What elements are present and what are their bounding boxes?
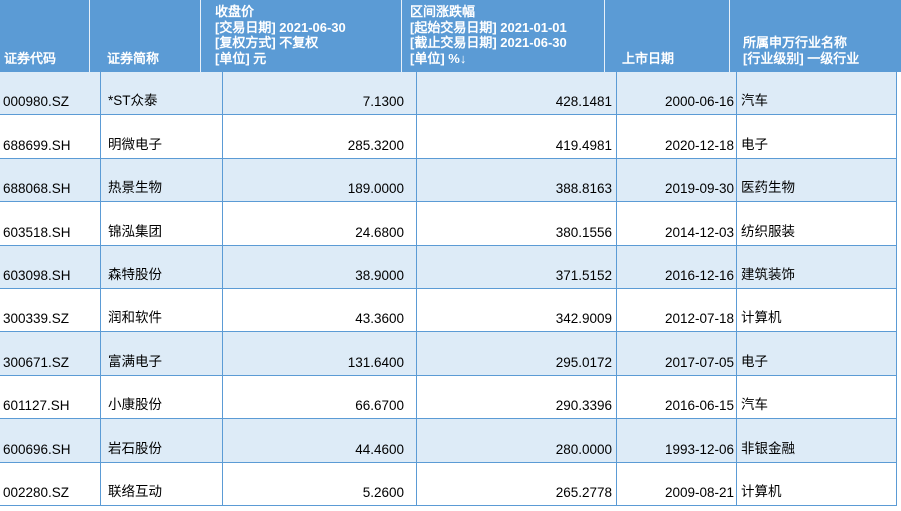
cell-security-name[interactable]: 锦泓集团 [101,202,223,245]
cell-sw-industry[interactable]: 纺织服装 [737,202,897,245]
cell-security-code[interactable]: 600696.SH [0,419,101,462]
header-line: 上市日期 [622,50,675,66]
cell-interval-change[interactable]: 290.3396 [417,375,617,419]
cell-sw-industry[interactable]: 计算机 [737,288,897,332]
cell-security-name[interactable]: 富满电子 [101,332,223,375]
table-header-row: 证券代码 证券简称 收盘价 [交易日期] 2021-06-30 [复权方式] 不… [0,0,901,72]
header-line: [起始交易日期] 2021-01-01 [410,19,567,35]
header-line: 收盘价 [215,4,255,19]
cell-interval-change[interactable]: 265.2778 [417,462,617,505]
table-row: 601127.SH 小康股份 66.6700 290.3396 2016-06-… [0,375,897,420]
table-row: 000980.SZ *ST众泰 7.1300 428.1481 2000-06-… [0,72,897,116]
cell-close-price[interactable]: 43.3600 [223,288,417,332]
cell-listing-date[interactable]: 1993-12-06 [617,419,737,462]
table-row: 603098.SH 森特股份 38.9000 371.5152 2016-12-… [0,245,897,289]
table-row: 300671.SZ 富满电子 131.6400 295.0172 2017-07… [0,332,897,376]
header-line: 区间涨跌幅 [410,4,476,19]
cell-security-code[interactable]: 601127.SH [0,375,101,419]
cell-security-code[interactable]: 688699.SH [0,115,101,158]
cell-sw-industry[interactable]: 计算机 [737,462,897,505]
cell-security-name[interactable]: *ST众泰 [101,72,223,115]
cell-listing-date[interactable]: 2016-06-15 [617,375,737,419]
cell-close-price[interactable]: 38.9000 [223,245,417,288]
header-line: 所属申万行业名称 [743,35,848,50]
header-line: [行业级别] 一级行业 [743,50,860,66]
cell-listing-date[interactable]: 2020-12-18 [617,115,737,158]
header-line: [单位] 元 [215,50,267,66]
cell-security-name[interactable]: 森特股份 [101,245,223,288]
cell-security-code[interactable]: 300339.SZ [0,288,101,332]
cell-sw-industry[interactable]: 建筑装饰 [737,245,897,288]
cell-security-code[interactable]: 688068.SH [0,158,101,202]
cell-sw-industry[interactable]: 电子 [737,332,897,375]
cell-close-price[interactable]: 66.6700 [223,375,417,419]
cell-security-name[interactable]: 热景生物 [101,158,223,202]
cell-interval-change[interactable]: 388.8163 [417,158,617,202]
column-header-sw-industry[interactable]: 所属申万行业名称 [行业级别] 一级行业 [729,0,901,72]
cell-listing-date[interactable]: 2016-12-16 [617,245,737,288]
cell-security-code[interactable]: 603098.SH [0,245,101,288]
cell-security-name[interactable]: 联络互动 [101,462,223,505]
cell-security-name[interactable]: 岩石股份 [101,419,223,462]
cell-close-price[interactable]: 189.0000 [223,158,417,202]
column-header-interval-change[interactable]: 区间涨跌幅 [起始交易日期] 2021-01-01 [截止交易日期] 2021-… [401,0,604,72]
cell-security-name[interactable]: 明微电子 [101,115,223,158]
cell-sw-industry[interactable]: 汽车 [737,375,897,419]
cell-close-price[interactable]: 131.6400 [223,332,417,375]
table-body: 000980.SZ *ST众泰 7.1300 428.1481 2000-06-… [0,72,897,506]
header-line: [截止交易日期] 2021-06-30 [410,35,567,50]
table-row: 300339.SZ 润和软件 43.3600 342.9009 2012-07-… [0,288,897,333]
cell-security-name[interactable]: 润和软件 [101,288,223,332]
table-row: 600696.SH 岩石股份 44.4600 280.0000 1993-12-… [0,419,897,463]
cell-interval-change[interactable]: 342.9009 [417,288,617,332]
column-header-security-name[interactable]: 证券简称 [89,0,200,72]
cell-listing-date[interactable]: 2014-12-03 [617,202,737,245]
column-header-close-price[interactable]: 收盘价 [交易日期] 2021-06-30 [复权方式] 不复权 [单位] 元 [200,0,401,72]
cell-listing-date[interactable]: 2012-07-18 [617,288,737,332]
cell-security-code[interactable]: 000980.SZ [0,72,101,115]
cell-interval-change[interactable]: 380.1556 [417,202,617,245]
cell-close-price[interactable]: 44.4600 [223,419,417,462]
cell-sw-industry[interactable]: 非银金融 [737,419,897,462]
cell-interval-change[interactable]: 371.5152 [417,245,617,288]
column-header-security-code[interactable]: 证券代码 [0,0,89,72]
cell-security-code[interactable]: 002280.SZ [0,462,101,505]
table-row: 688699.SH 明微电子 285.3200 419.4981 2020-12… [0,115,897,159]
header-line: 证券简称 [107,50,160,66]
cell-security-code[interactable]: 603518.SH [0,202,101,245]
cell-close-price[interactable]: 24.6800 [223,202,417,245]
cell-listing-date[interactable]: 2017-07-05 [617,332,737,375]
header-line-sort-descending-indicator: [单位] %↓ [410,50,467,66]
cell-security-name[interactable]: 小康股份 [101,375,223,419]
header-line: [复权方式] 不复权 [215,35,319,50]
cell-close-price[interactable]: 5.2600 [223,462,417,505]
securities-data-table: 证券代码 证券简称 收盘价 [交易日期] 2021-06-30 [复权方式] 不… [0,0,901,511]
cell-interval-change[interactable]: 280.0000 [417,419,617,462]
cell-sw-industry[interactable]: 电子 [737,115,897,158]
header-line: [交易日期] 2021-06-30 [215,19,346,35]
header-line: 证券代码 [4,50,57,66]
cell-listing-date[interactable]: 2019-09-30 [617,158,737,202]
cell-sw-industry[interactable]: 汽车 [737,72,897,115]
cell-interval-change[interactable]: 419.4981 [417,115,617,158]
table-row: 688068.SH 热景生物 189.0000 388.8163 2019-09… [0,158,897,203]
table-row: 603518.SH 锦泓集团 24.6800 380.1556 2014-12-… [0,202,897,246]
cell-listing-date[interactable]: 2009-08-21 [617,462,737,505]
cell-close-price[interactable]: 7.1300 [223,72,417,115]
column-header-listing-date[interactable]: 上市日期 [604,0,729,72]
cell-interval-change[interactable]: 428.1481 [417,72,617,115]
cell-security-code[interactable]: 300671.SZ [0,332,101,375]
cell-close-price[interactable]: 285.3200 [223,115,417,158]
cell-interval-change[interactable]: 295.0172 [417,332,617,375]
cell-sw-industry[interactable]: 医药生物 [737,158,897,202]
table-row: 002280.SZ 联络互动 5.2600 265.2778 2009-08-2… [0,462,897,506]
cell-listing-date[interactable]: 2000-06-16 [617,72,737,115]
